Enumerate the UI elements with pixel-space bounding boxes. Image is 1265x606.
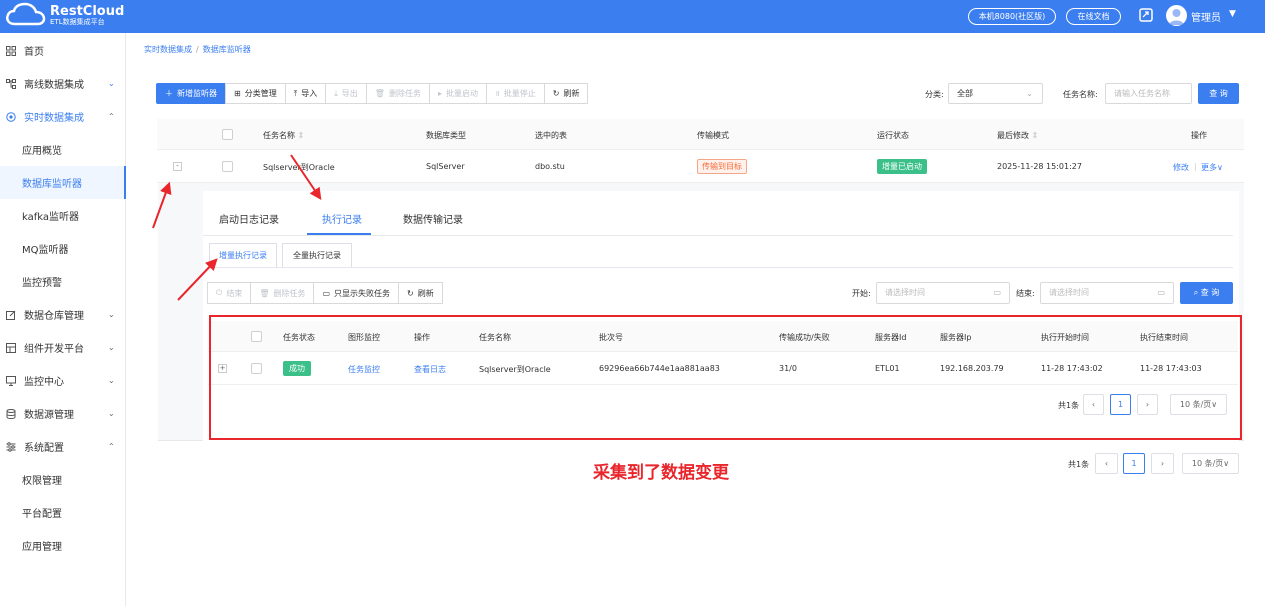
arrow-to-tab	[290, 154, 322, 200]
annotation-arrows	[152, 154, 322, 301]
arrow-to-subtab	[177, 258, 218, 301]
arrow-to-collapse	[152, 181, 172, 229]
